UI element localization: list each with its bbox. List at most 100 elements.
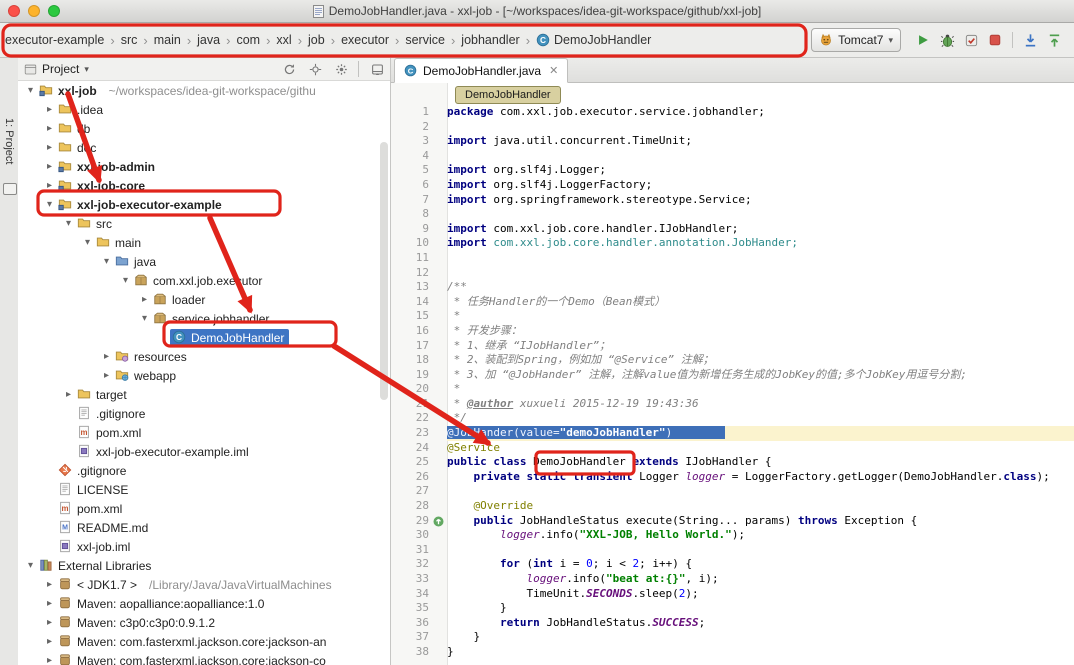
tree-item[interactable]: ▸target — [18, 385, 390, 404]
code-line[interactable]: 24@Service — [391, 441, 1074, 456]
line-number[interactable]: 11 — [391, 251, 433, 266]
vcs-update-button[interactable] — [1018, 29, 1042, 51]
line-number[interactable]: 16 — [391, 324, 433, 339]
breadcrumb-item[interactable]: src — [121, 33, 138, 47]
code-line[interactable]: 9 import com.xxl.job.core.handler.IJobHan… — [391, 222, 1074, 237]
chevron-right-icon[interactable]: ▸ — [43, 617, 56, 628]
minimize-window-button[interactable] — [28, 5, 40, 17]
tree-item[interactable]: ▸xxl-job-admin — [18, 157, 390, 176]
close-icon[interactable]: ✕ — [549, 64, 558, 77]
chevron-right-icon[interactable]: ▸ — [43, 161, 56, 172]
code-line-text[interactable]: import com.xxl.job.core.handler.IJobHand… — [447, 222, 1074, 237]
code-line[interactable]: 3 import java.util.concurrent.TimeUnit; — [391, 134, 1074, 149]
line-number[interactable]: 6 — [391, 178, 433, 193]
chevron-right-icon[interactable]: ▸ — [62, 389, 75, 400]
code-line-text[interactable]: @Override — [447, 499, 1074, 514]
run-configuration-select[interactable]: Tomcat7 ▾ — [811, 28, 901, 52]
code-line-text[interactable]: } — [447, 645, 1074, 660]
run-button[interactable] — [911, 29, 935, 51]
tree-item[interactable]: xxl-job.iml — [18, 537, 390, 556]
code-line[interactable]: 18 * 2、装配到Spring，例如加 “@Service” 注解； — [391, 353, 1074, 368]
line-number[interactable]: 3 — [391, 134, 433, 149]
code-line[interactable]: 19 * 3、加 “@JobHander” 注解，注解value值为新增任务生成… — [391, 368, 1074, 383]
chevron-down-icon[interactable]: ▾ — [84, 64, 89, 75]
line-number[interactable]: 4 — [391, 149, 433, 164]
code-line-text[interactable]: return JobHandleStatus.SUCCESS; — [447, 616, 1074, 631]
code-line-text[interactable]: logger.info("beat at:{}", i); — [447, 572, 1074, 587]
code-line[interactable]: 15 * — [391, 309, 1074, 324]
vcs-commit-button[interactable] — [1042, 29, 1066, 51]
coverage-button[interactable] — [959, 29, 983, 51]
code-line-text[interactable]: * 任务Handler的一个Demo（Bean模式） — [447, 295, 1074, 310]
code-line[interactable]: 14 * 任务Handler的一个Demo（Bean模式） — [391, 295, 1074, 310]
locate-icon[interactable] — [309, 63, 322, 76]
breadcrumb-item[interactable]: job — [308, 33, 325, 47]
tree-item[interactable]: ▸< JDK1.7 >/Library/Java/JavaVirtualMach… — [18, 575, 390, 594]
tree-item[interactable]: ▸Maven: c3p0:c3p0:0.9.1.2 — [18, 613, 390, 632]
line-number[interactable]: 1 — [391, 105, 433, 120]
tree-item[interactable]: mpom.xml — [18, 499, 390, 518]
chevron-right-icon[interactable]: ▸ — [43, 598, 56, 609]
code-line-text[interactable]: * 2、装配到Spring，例如加 “@Service” 注解； — [447, 353, 1074, 368]
code-line-text[interactable] — [447, 120, 1074, 135]
close-window-button[interactable] — [8, 5, 20, 17]
code-line-text[interactable]: * 3、加 “@JobHander” 注解，注解value值为新增任务生成的Jo… — [447, 368, 1074, 383]
tree-item[interactable]: ▸.idea — [18, 100, 390, 119]
line-number[interactable]: 30 — [391, 528, 433, 543]
chevron-down-icon[interactable]: ▾ — [119, 275, 132, 286]
line-number[interactable]: 7 — [391, 193, 433, 208]
line-number[interactable]: 33 — [391, 572, 433, 587]
code-line-text[interactable]: public JobHandleStatus execute(String...… — [447, 514, 1074, 529]
code-line[interactable]: 29 public JobHandleStatus execute(String… — [391, 514, 1074, 529]
tree-item[interactable]: MREADME.md — [18, 518, 390, 537]
code-line[interactable]: 37 } — [391, 630, 1074, 645]
line-number[interactable]: 22 — [391, 411, 433, 426]
code-line-text[interactable]: @Service — [447, 441, 1074, 456]
code-line[interactable]: 33 logger.info("beat at:{}", i); — [391, 572, 1074, 587]
tree-item[interactable]: LICENSE — [18, 480, 390, 499]
line-number[interactable]: 15 — [391, 309, 433, 324]
chevron-down-icon[interactable]: ▾ — [81, 237, 94, 248]
tree-item[interactable]: ▾xxl-job-executor-example — [18, 195, 390, 214]
tree-item[interactable]: CDemoJobHandler — [18, 328, 390, 347]
chevron-down-icon[interactable]: ▾ — [43, 199, 56, 210]
code-line[interactable]: 32 for (int i = 0; i < 2; i++) { — [391, 557, 1074, 572]
line-number[interactable]: 9 — [391, 222, 433, 237]
code-line-text[interactable]: package com.xxl.job.executor.service.job… — [447, 105, 1074, 120]
line-number[interactable]: 19 — [391, 368, 433, 383]
tree-item[interactable]: .gitignore — [18, 461, 390, 480]
line-number[interactable]: 35 — [391, 601, 433, 616]
code-editor[interactable]: 1 package com.xxl.job.executor.service.jo… — [391, 105, 1074, 660]
code-line-text[interactable]: } — [447, 601, 1074, 616]
code-line-text[interactable] — [447, 266, 1074, 281]
code-line[interactable]: 13/** — [391, 280, 1074, 295]
code-line[interactable]: 5import org.slf4j.Logger; — [391, 163, 1074, 178]
tree-item[interactable]: ▾External Libraries — [18, 556, 390, 575]
code-line-text[interactable] — [447, 207, 1074, 222]
code-line-text[interactable]: * @author xuxueli 2015-12-19 19:43:36 — [447, 397, 1074, 412]
line-number[interactable]: 17 — [391, 339, 433, 354]
code-line[interactable]: 30 logger.info("XXL-JOB, Hello World."); — [391, 528, 1074, 543]
line-number[interactable]: 23 — [391, 426, 433, 441]
breadcrumb-item[interactable]: com — [236, 33, 260, 47]
code-line[interactable]: 16 * 开发步骤： — [391, 324, 1074, 339]
breadcrumb-item[interactable]: executor — [341, 33, 389, 47]
code-line[interactable]: 23@JobHander(value="demoJobHandler") — [391, 426, 1074, 441]
code-line-text[interactable]: * — [447, 382, 1074, 397]
line-number[interactable]: 18 — [391, 353, 433, 368]
line-number[interactable]: 20 — [391, 382, 433, 397]
line-number[interactable]: 13 — [391, 280, 433, 295]
code-line-text[interactable]: import java.util.concurrent.TimeUnit; — [447, 134, 1074, 149]
code-line[interactable]: 1 package com.xxl.job.executor.service.jo… — [391, 105, 1074, 120]
chevron-right-icon[interactable]: ▸ — [43, 123, 56, 134]
breadcrumb-item[interactable]: executor-example — [5, 33, 104, 47]
chevron-right-icon[interactable]: ▸ — [43, 579, 56, 590]
line-number[interactable]: 32 — [391, 557, 433, 572]
code-line[interactable]: 28 @Override — [391, 499, 1074, 514]
chevron-right-icon[interactable]: ▸ — [43, 180, 56, 191]
chevron-right-icon[interactable]: ▸ — [43, 142, 56, 153]
tree-item[interactable]: ▸xxl-job-core — [18, 176, 390, 195]
line-number[interactable]: 14 — [391, 295, 433, 310]
chevron-right-icon[interactable]: ▸ — [100, 351, 113, 362]
code-line-text[interactable]: * 1、继承 “IJobHandler”； — [447, 339, 1074, 354]
